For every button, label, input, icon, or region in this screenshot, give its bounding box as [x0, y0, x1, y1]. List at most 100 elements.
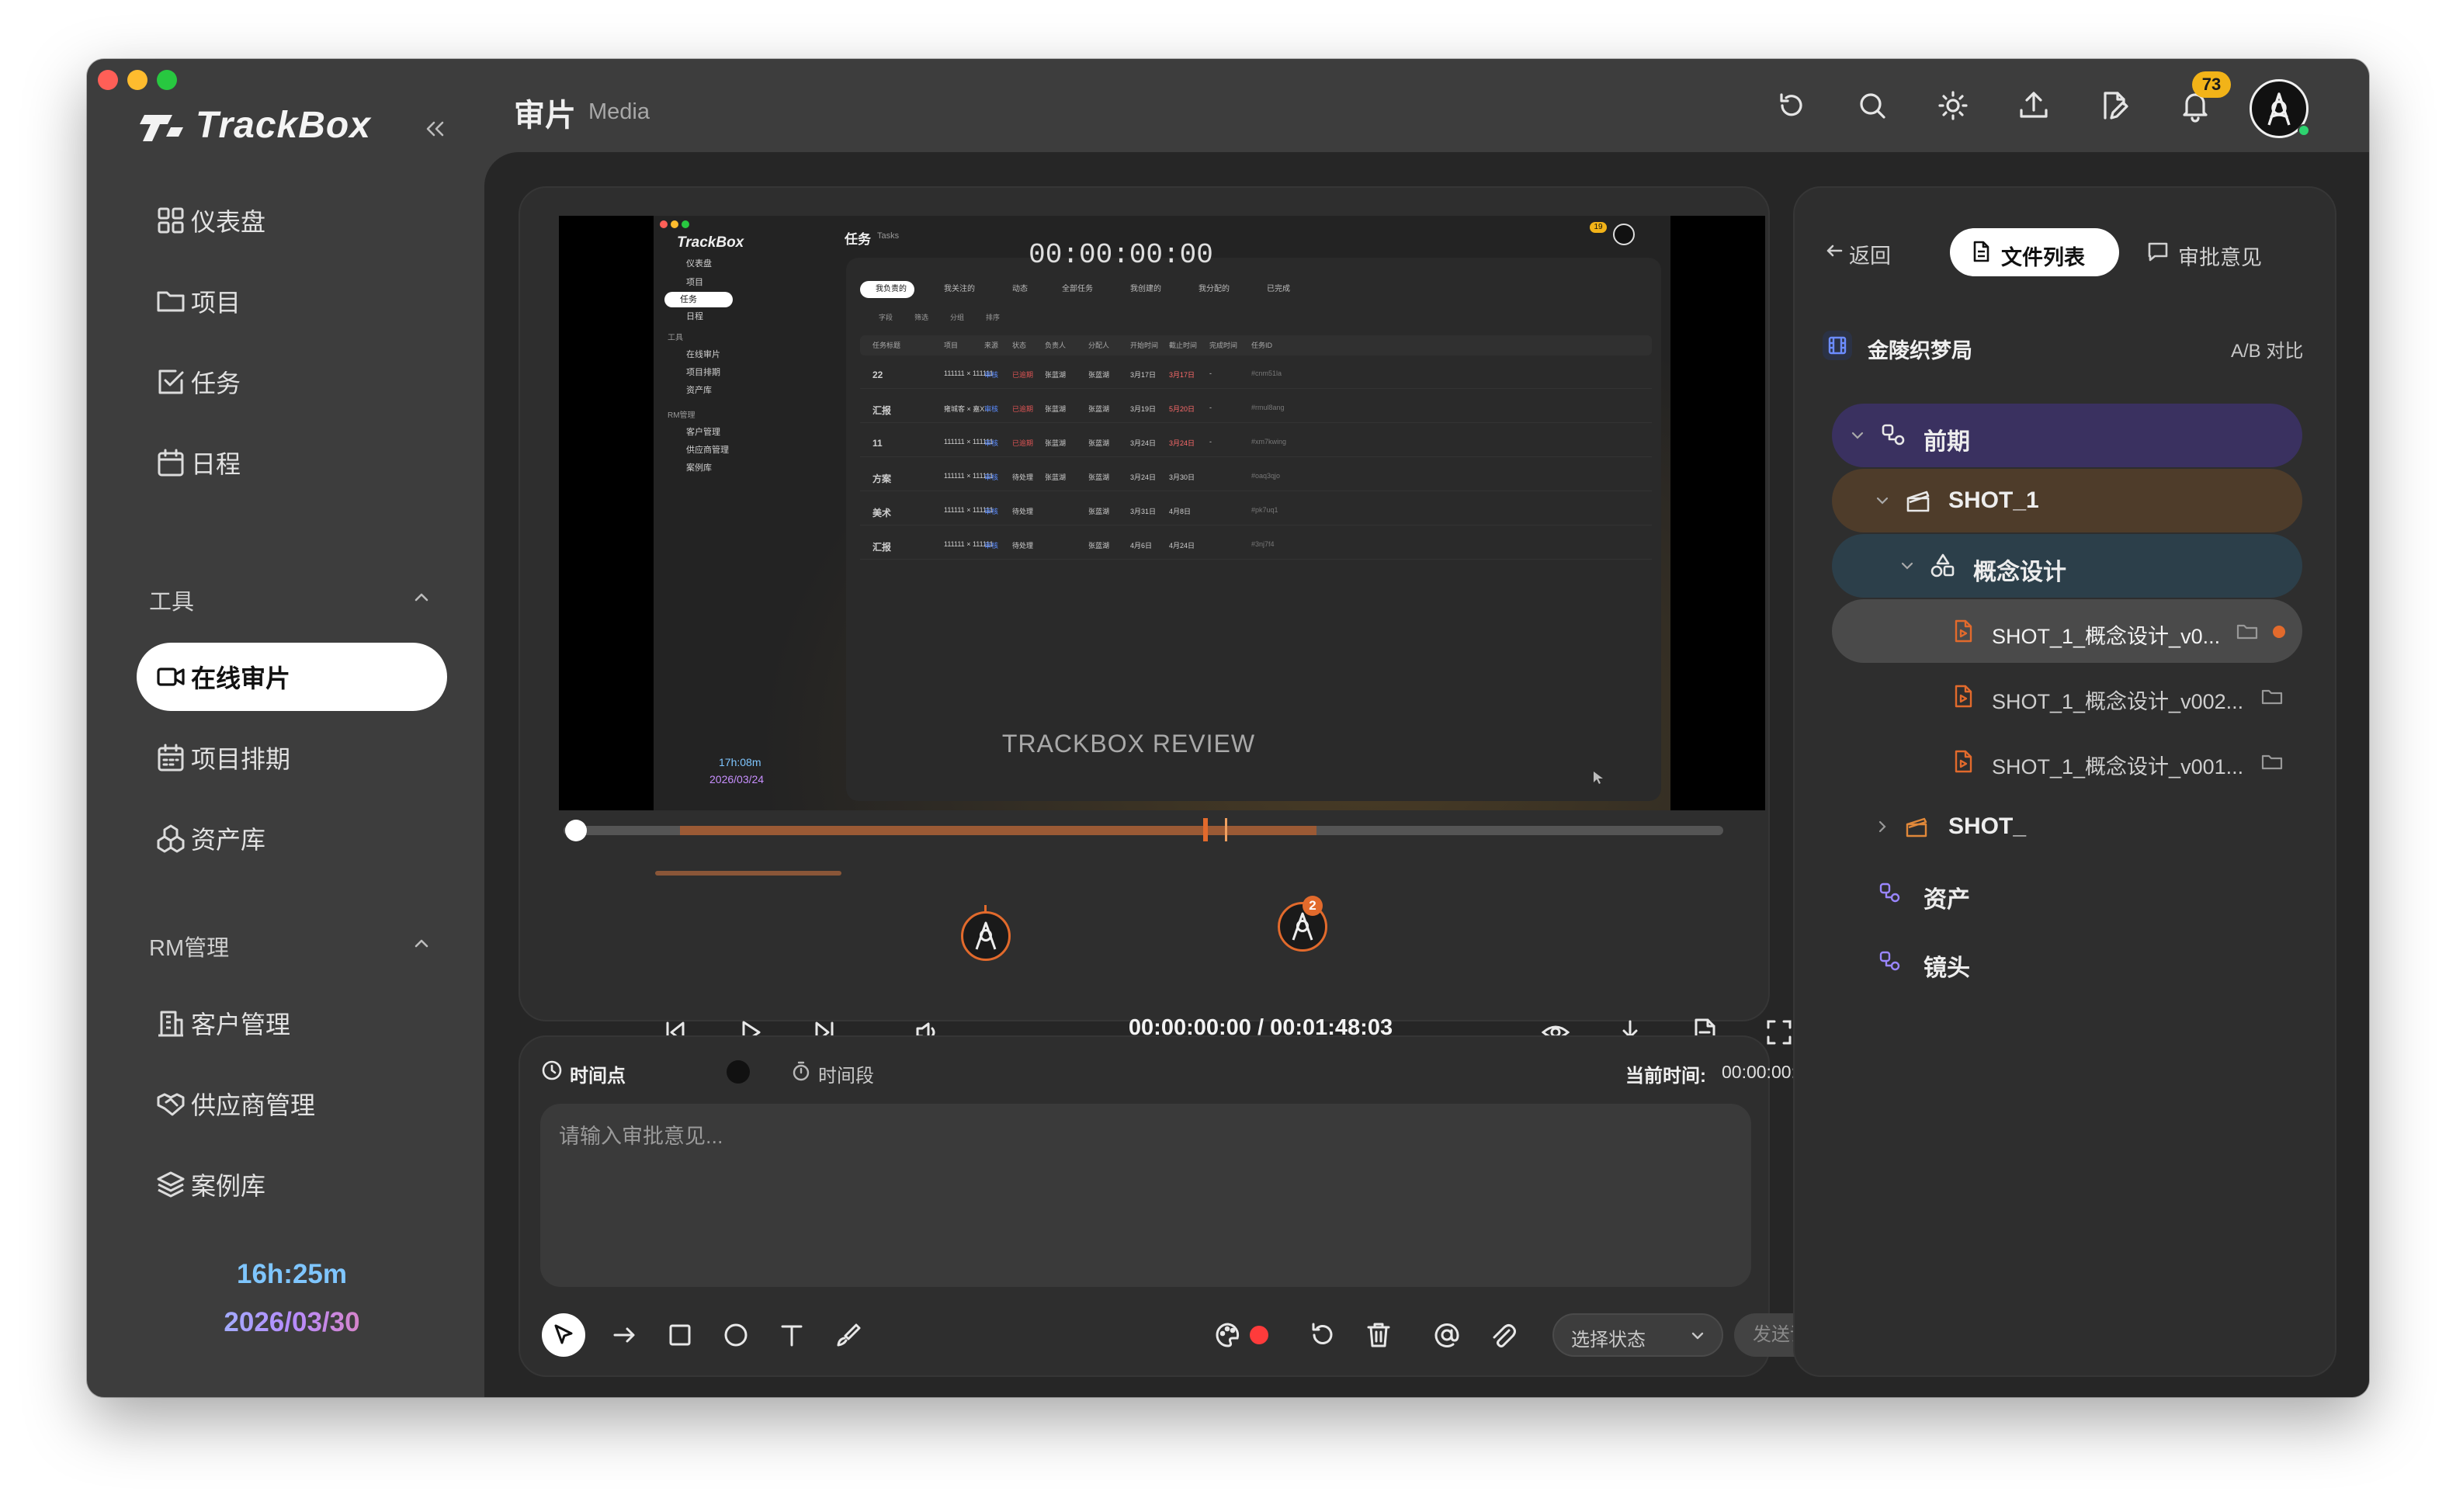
tree-item-shot[interactable]: SHOT_ [1832, 795, 2302, 858]
back-button[interactable]: 返回 [1849, 239, 1891, 269]
sidebar-item-projects[interactable]: 项目 [137, 267, 447, 335]
shapes-icon [1928, 551, 1958, 581]
tab-opinions[interactable]: 审批意见 [2178, 241, 2262, 271]
schedule-icon [155, 742, 186, 773]
inner-tab: 我分配的 [1199, 285, 1230, 293]
color-swatch[interactable] [1250, 1326, 1268, 1344]
mention-icon[interactable] [1430, 1318, 1464, 1352]
chevron-up-icon[interactable] [410, 585, 433, 609]
timecode-overlay: 00:00:00:00 [1029, 239, 1213, 271]
inner-column-header: 状态 [1012, 342, 1027, 349]
undo-icon[interactable] [1306, 1318, 1340, 1352]
sidebar-item-project-schedule[interactable]: 项目排期 [137, 723, 447, 792]
sidebar-item-label: 日程 [191, 450, 241, 478]
inner-cell: 已逾期 [1012, 371, 1034, 379]
inner-cell: #pk7uq1 [1251, 506, 1278, 514]
layers-icon [155, 1169, 186, 1200]
palette-icon[interactable] [1211, 1318, 1245, 1352]
inner-column-header: 完成时间 [1209, 342, 1238, 349]
brush-tool-icon[interactable] [831, 1318, 865, 1352]
sidebar-item-schedule[interactable]: 日程 [137, 428, 447, 497]
brand-name: TrackBox [196, 105, 371, 146]
sidebar-item-clients[interactable]: 客户管理 [137, 989, 447, 1057]
inner-cell: 张蓝湖 [1088, 473, 1110, 481]
sidebar-item-label: 项目排期 [191, 745, 291, 773]
clock-icon [540, 1059, 564, 1082]
sidebar-item-tasks[interactable]: 任务 [137, 348, 447, 416]
collapse-sidebar-icon[interactable] [421, 115, 449, 143]
select-tool-button[interactable] [542, 1313, 585, 1357]
current-time-label: 当前时间: [1625, 1066, 1706, 1087]
inner-cell: #oaq3qjo [1251, 472, 1281, 480]
tree-item-label: SHOT_1_概念设计_v0... [1992, 625, 2221, 648]
folder-icon[interactable] [2236, 619, 2259, 643]
inner-section-title: RM管理 [668, 411, 696, 420]
sidebar-item-assets[interactable]: 资产库 [137, 804, 447, 872]
trash-icon[interactable] [1362, 1318, 1396, 1352]
inner-cell: 审核 [984, 371, 999, 379]
rm-section-title: RM管理 [149, 936, 230, 961]
page-subtitle: Media [588, 99, 650, 124]
zoom-window-button[interactable] [157, 70, 177, 90]
mode-toggle[interactable] [727, 1060, 750, 1084]
fullscreen-icon[interactable] [1764, 1017, 1795, 1048]
inner-cell: 22 [872, 369, 883, 380]
tree-item-assets[interactable]: 资产 [1832, 862, 2302, 925]
mode-point-tab[interactable]: 时间点 [570, 1060, 626, 1087]
tree-item-preproduction[interactable]: 前期 [1832, 404, 2302, 467]
tools-section-title: 工具 [149, 590, 195, 615]
chevron-up-icon[interactable] [410, 931, 433, 955]
sidebar-item-suppliers[interactable]: 供应商管理 [137, 1070, 447, 1138]
comment-marker-avatar[interactable] [961, 911, 1011, 961]
ab-compare-button[interactable]: A/B 对比 [2231, 335, 2303, 362]
film-icon [1823, 331, 1852, 360]
folder-icon[interactable] [2260, 750, 2284, 773]
upload-icon[interactable] [2017, 88, 2051, 123]
file-icon [1950, 618, 1976, 644]
tree-item-file[interactable]: SHOT_1_概念设计_v001... [1832, 730, 2302, 793]
tree-item-shot-1[interactable]: SHOT_1 [1832, 469, 2302, 532]
inner-cell: 方案 [872, 473, 892, 484]
clapper-icon [1903, 813, 1930, 840]
sidebar-item-online-review[interactable]: 在线审片 [137, 643, 447, 711]
attachment-icon[interactable] [1486, 1318, 1520, 1352]
timeline-marker[interactable] [1203, 818, 1208, 841]
file-icon [1950, 683, 1976, 709]
back-arrow-icon[interactable] [1823, 239, 1846, 262]
refresh-icon[interactable] [1774, 88, 1809, 123]
inner-cell: 张蓝湖 [1045, 473, 1067, 481]
sidebar-item-case-library[interactable]: 案例库 [137, 1150, 447, 1219]
inner-nav-item: 客户管理 [686, 428, 720, 437]
theme-icon[interactable] [1936, 88, 1970, 123]
comment-placeholder: 请输入审批意见... [559, 1125, 723, 1148]
inner-cell: 3月30日 [1169, 473, 1195, 481]
inner-cell: 汇报 [872, 405, 892, 416]
search-icon[interactable] [1855, 88, 1889, 123]
tree-item-shots[interactable]: 镜头 [1832, 930, 2302, 994]
folder-icon[interactable] [2260, 685, 2284, 708]
close-window-button[interactable] [98, 70, 118, 90]
timeline-marker[interactable] [1225, 818, 1227, 841]
inner-title: 任务 [845, 232, 871, 247]
sidebar-item-dashboard[interactable]: 仪表盘 [137, 186, 447, 255]
arrow-tool-icon[interactable] [607, 1318, 641, 1352]
tree-item-file-selected[interactable]: SHOT_1_概念设计_v0... [1832, 599, 2302, 663]
document-icon [1969, 239, 1993, 264]
inner-filter: 排序 [986, 314, 1001, 321]
text-tool-icon[interactable] [775, 1318, 809, 1352]
project-name: 金陵织梦局 [1868, 339, 1972, 362]
circle-tool-icon[interactable] [719, 1318, 753, 1352]
inner-cell: 张蓝湖 [1045, 439, 1067, 447]
tree-item-label: 前期 [1924, 429, 1970, 455]
building-icon [155, 1007, 186, 1039]
edit-file-icon[interactable] [2097, 88, 2132, 123]
clapper-icon [1903, 486, 1933, 515]
tree-item-file[interactable]: SHOT_1_概念设计_v002... [1832, 664, 2302, 728]
rectangle-tool-icon[interactable] [663, 1318, 697, 1352]
timeline-playhead[interactable] [565, 820, 587, 841]
mode-range-tab[interactable]: 时间段 [818, 1060, 874, 1087]
status-select-value: 选择状态 [1571, 1330, 1646, 1351]
tree-item-concept-design[interactable]: 概念设计 [1832, 534, 2302, 598]
minimize-window-button[interactable] [127, 70, 147, 90]
inner-cell: 张蓝湖 [1088, 371, 1110, 379]
